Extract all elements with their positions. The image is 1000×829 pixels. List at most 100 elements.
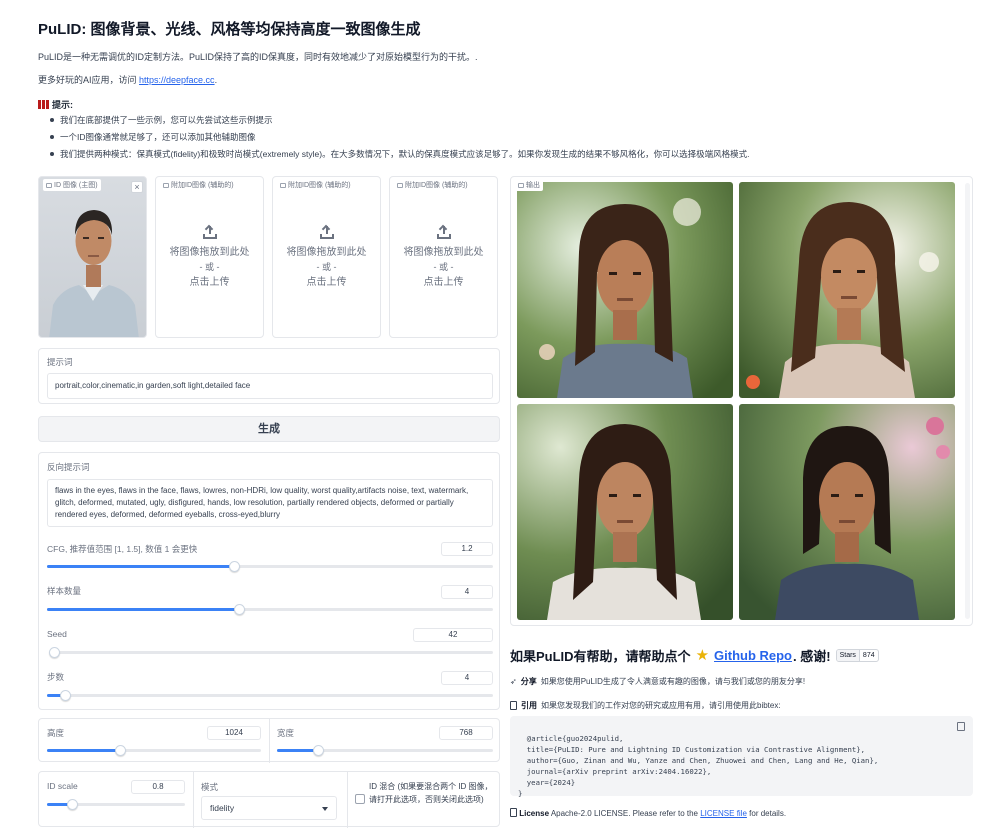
- slider-thumb[interactable]: [114, 745, 126, 756]
- alert-bars-icon: [38, 100, 49, 109]
- cite-line: 引用 如果您发现我们的工作对您的研究或应用有用，请引用使用此bibtex:: [510, 700, 781, 711]
- prompt-input[interactable]: portrait,color,cinematic,in garden,soft …: [47, 373, 493, 399]
- drop-text: 将图像拖放到此处: [169, 247, 250, 258]
- image-icon: [397, 182, 403, 188]
- gallery-scrollbar[interactable]: [965, 183, 970, 619]
- tip-item: 一个ID图像通常就足够了，还可以添加其他辅助图像: [50, 131, 749, 148]
- width-label: 宽度: [277, 728, 295, 738]
- click-upload-text: 点击上传: [189, 277, 230, 288]
- seed-slider[interactable]: [49, 647, 493, 658]
- slider-thumb[interactable]: [233, 604, 245, 615]
- aux-id-image-upload-3[interactable]: 附加ID图像 (辅助的) 将图像拖放到此处 - 或 - 点击上传: [389, 176, 498, 338]
- aux-image-label: 附加ID图像 (辅助的): [160, 179, 237, 191]
- id-mix-checkbox[interactable]: [355, 794, 365, 804]
- id-scale-number-input[interactable]: 0.8: [131, 780, 185, 794]
- mode-label: 模式: [201, 782, 219, 792]
- generated-portrait-image: [517, 404, 733, 620]
- cfg-slider[interactable]: [47, 561, 493, 572]
- license-text: Apache-2.0 LICENSE. Please refer to the: [549, 809, 701, 818]
- generated-portrait-image: [517, 182, 733, 398]
- divider: [269, 719, 270, 763]
- document-icon: [510, 808, 517, 817]
- slider-thumb[interactable]: [313, 745, 325, 756]
- cite-bold: 引用: [521, 701, 537, 710]
- width-number-input[interactable]: 768: [439, 726, 493, 740]
- more-apps-line: 更多好玩的AI应用，访问 https://deepface.cc.: [38, 73, 217, 86]
- steps-slider[interactable]: [47, 690, 493, 701]
- mode-select[interactable]: fidelity: [201, 796, 337, 820]
- deepface-link[interactable]: https://deepface.cc: [139, 75, 215, 85]
- output-image[interactable]: [517, 404, 733, 620]
- seed-number-input[interactable]: 42: [413, 628, 493, 642]
- upload-icon: [319, 224, 334, 239]
- click-upload-text: 点击上传: [306, 277, 347, 288]
- license-suffix: for details.: [746, 809, 787, 818]
- stars-count: 874: [862, 652, 875, 659]
- share-line: ➶ 分享 如果您使用PuLID生成了令人满意或有趣的图像，请与我们或您的朋友分享…: [510, 676, 805, 687]
- output-gallery: [517, 182, 957, 622]
- remove-image-button[interactable]: ×: [131, 181, 143, 193]
- tips-heading-text: 提示:: [52, 100, 73, 110]
- aux-image-label: 附加ID图像 (辅助的): [277, 179, 354, 191]
- samples-number-input[interactable]: 4: [441, 585, 493, 599]
- more-apps-suffix: .: [214, 75, 218, 85]
- samples-label: 样本数量: [47, 586, 82, 596]
- aux-id-image-upload-2[interactable]: 附加ID图像 (辅助的) 将图像拖放到此处 - 或 - 点击上传: [272, 176, 381, 338]
- cfg-number-input[interactable]: 1.2: [441, 542, 493, 556]
- id-mix-label: ID 混合 (如果要混合两个 ID 图像，请打开此选项，否则关闭此选项): [369, 782, 493, 804]
- main-id-image[interactable]: ID 图像 (主图) ×: [38, 176, 147, 338]
- generated-portrait-image: [739, 182, 955, 398]
- image-icon: [46, 182, 52, 188]
- slider-thumb[interactable]: [66, 799, 78, 810]
- click-upload-text: 点击上传: [423, 277, 464, 288]
- output-gallery-panel: 输出: [510, 176, 973, 626]
- tips-heading: 提示:: [38, 98, 73, 111]
- id-image-upload-row: ID 图像 (主图) × 附加ID图像 (辅助的) 将图像拖放到此处 - 或 -…: [38, 176, 500, 338]
- divider: [347, 772, 348, 828]
- page-title: PuLID: 图像背景、光线、风格等均保持高度一致图像生成: [38, 21, 421, 38]
- stars-label: Stars: [836, 650, 860, 661]
- aux-id-image-upload-1[interactable]: 附加ID图像 (辅助的) 将图像拖放到此处 - 或 - 点击上传: [155, 176, 264, 338]
- share-text: 如果您使用PuLID生成了令人满意或有趣的图像，请与我们或您的朋友分享!: [540, 677, 806, 686]
- copy-icon[interactable]: [957, 722, 965, 731]
- bibtex-text: @article{guo2024pulid, title={PuLID: Pur…: [518, 734, 879, 798]
- thanks-suffix: . 感谢!: [793, 649, 831, 664]
- cite-text: 如果您发现我们的工作对您的研究或应用有用，请引用使用此bibtex:: [541, 701, 781, 710]
- height-slider[interactable]: [47, 745, 261, 756]
- id-scale-label: ID scale: [47, 781, 78, 791]
- slider-thumb[interactable]: [49, 647, 60, 658]
- negative-prompt-label: 反向提示词: [47, 462, 90, 472]
- license-line: License Apache-2.0 LICENSE. Please refer…: [510, 808, 786, 818]
- rocket-icon: ➶: [510, 677, 517, 686]
- negative-prompt-input[interactable]: flaws in the eyes, flaws in the face, fl…: [47, 479, 493, 527]
- height-number-input[interactable]: 1024: [207, 726, 261, 740]
- license-file-link[interactable]: LICENSE file: [700, 809, 747, 818]
- output-image[interactable]: [739, 404, 955, 620]
- samples-slider[interactable]: [47, 604, 493, 615]
- thanks-line: 如果PuLID有帮助，请帮助点个 ★ Github Repo. 感谢! Star…: [510, 646, 879, 665]
- divider: [193, 772, 194, 828]
- bibtex-code-block: @article{guo2024pulid, title={PuLID: Pur…: [510, 716, 973, 798]
- document-icon: [510, 701, 517, 710]
- width-slider[interactable]: [277, 745, 493, 756]
- slider-thumb[interactable]: [229, 561, 241, 572]
- tip-item: 我们在底部提供了一些示例，您可以先尝试这些示例提示: [50, 114, 749, 131]
- settings-panel: 反向提示词 flaws in the eyes, flaws in the fa…: [38, 452, 500, 710]
- more-apps-prefix: 更多好玩的AI应用，访问: [38, 75, 140, 85]
- steps-number-input[interactable]: 4: [441, 671, 493, 685]
- generate-button[interactable]: 生成: [38, 416, 500, 442]
- page-description: PuLID是一种无需调优的ID定制方法。PuLID保持了高的ID保真度，同时有效…: [38, 52, 478, 62]
- height-label: 高度: [47, 728, 65, 738]
- github-stars-badge[interactable]: Stars 874: [835, 649, 879, 662]
- image-icon: [163, 182, 169, 188]
- id-scale-slider[interactable]: [47, 799, 185, 810]
- output-image[interactable]: [517, 182, 733, 398]
- drop-text: 将图像拖放到此处: [286, 247, 367, 258]
- github-repo-link[interactable]: Github Repo: [714, 648, 792, 663]
- tip-item: 我们提供两种模式：保真模式(fidelity)和极致时尚模式(extremely…: [50, 148, 749, 165]
- generated-portrait-image: [739, 404, 955, 620]
- main-portrait-image: [39, 177, 146, 337]
- slider-thumb[interactable]: [59, 690, 71, 701]
- output-image[interactable]: [739, 182, 955, 398]
- image-icon: [280, 182, 286, 188]
